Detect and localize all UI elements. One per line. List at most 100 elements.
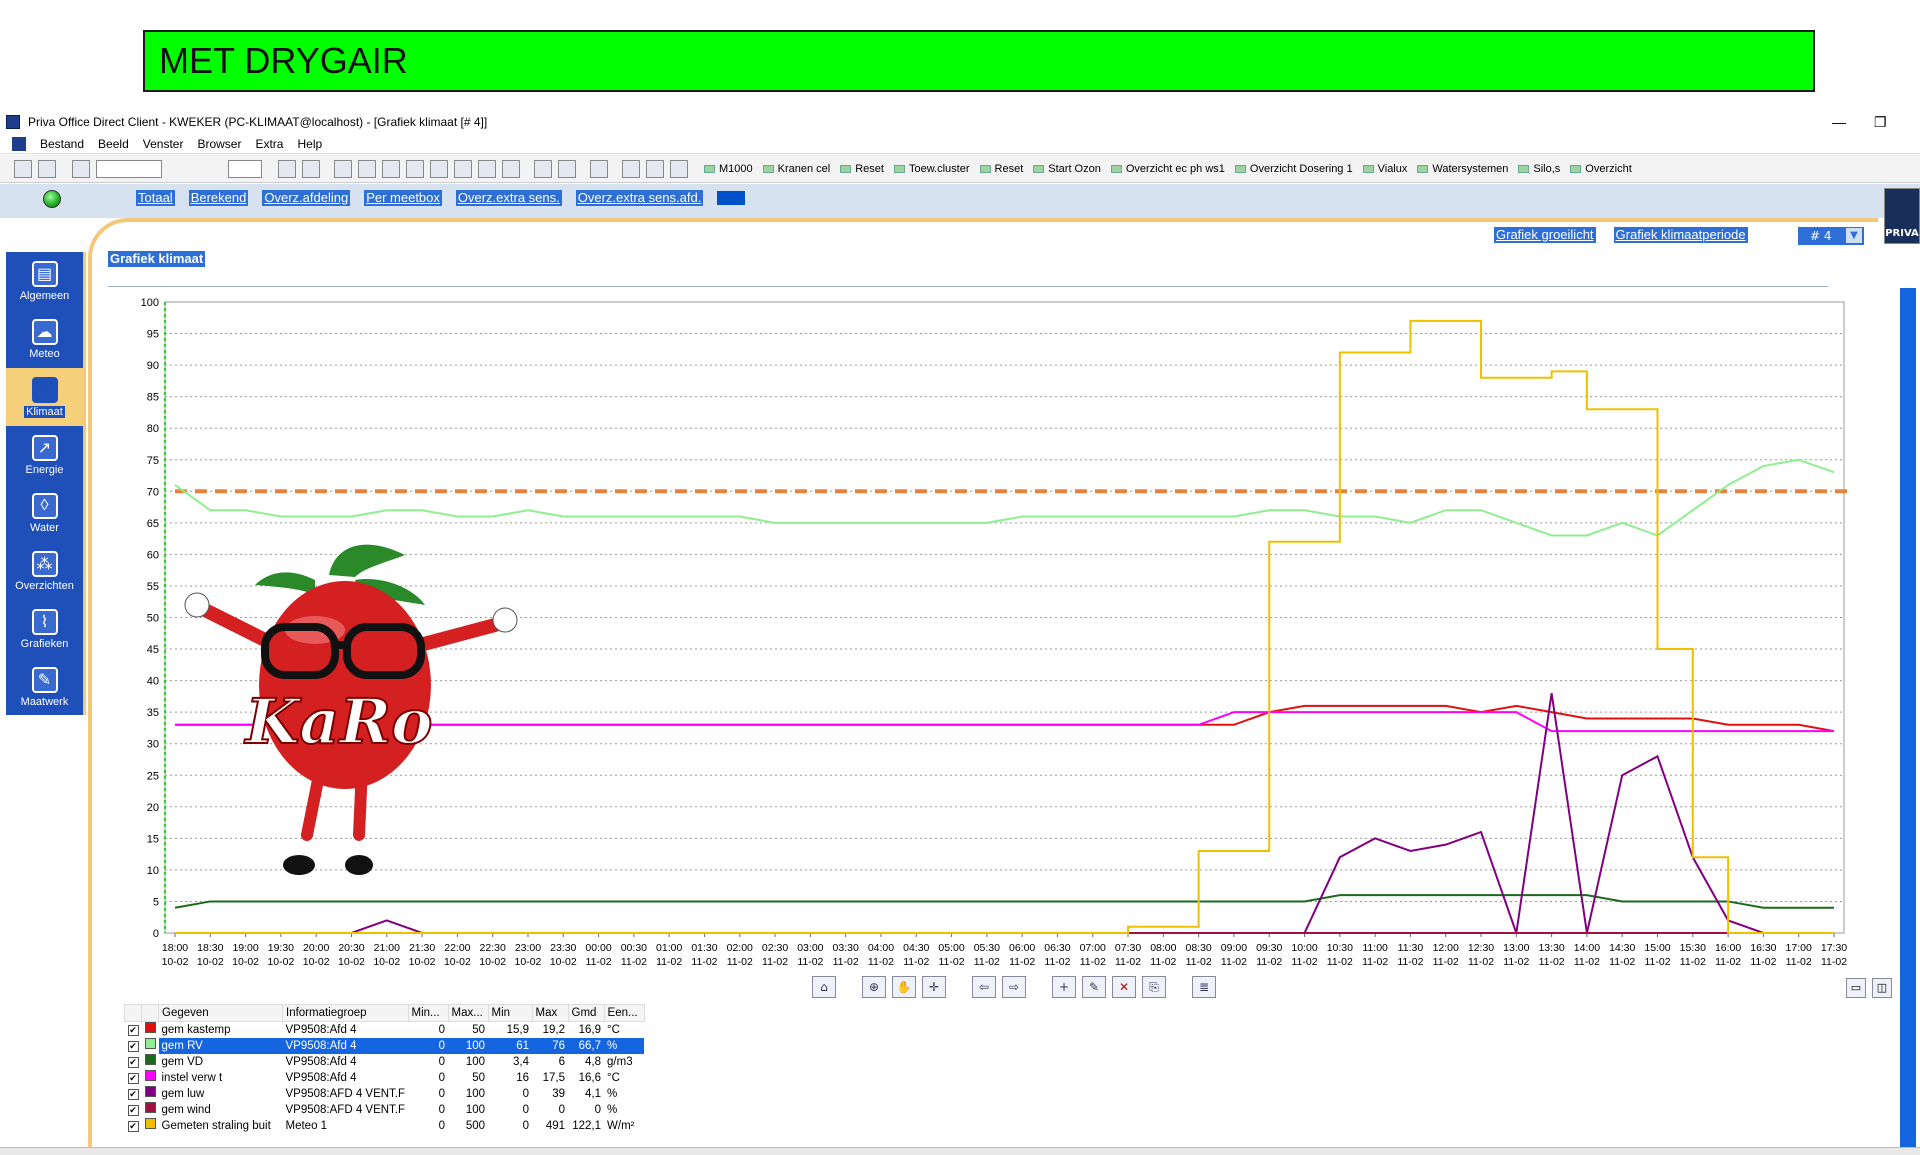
checkbox[interactable]: ✔ xyxy=(127,1025,139,1036)
table-row[interactable]: ✔ gem wind VP9508:AFD 4 VENT.F 0 100 0 0 0% xyxy=(125,1102,645,1118)
table-row[interactable]: ✔ gem RV VP9508:Afd 4 0 100 61 76 66,7% xyxy=(124,1038,645,1054)
legend-header: Gegeven Informatiegroep Min... Max... Mi… xyxy=(124,1004,645,1022)
series-min: 3,4 xyxy=(513,1056,530,1068)
x-tick-label-date: 11-02 xyxy=(1680,956,1706,968)
x-tick-label-date: 11-02 xyxy=(691,956,717,968)
checkbox[interactable]: ✔ xyxy=(127,1041,139,1052)
x-tick-label-date: 11-02 xyxy=(797,956,823,968)
x-tick-label-date: 11-02 xyxy=(1539,956,1565,968)
pan-hand-icon[interactable]: ✋ xyxy=(892,976,916,998)
col-min-range[interactable]: Min... xyxy=(407,1004,449,1022)
zoom-icon[interactable]: ⊕ xyxy=(862,976,886,998)
x-tick-label-time: 22:30 xyxy=(480,942,506,954)
series-color-swatch[interactable] xyxy=(144,1118,156,1129)
series-max: 19,2 xyxy=(542,1024,566,1036)
x-tick-label-time: 13:30 xyxy=(1538,942,1564,954)
series-group: VP9508:Afd 4 xyxy=(285,1040,357,1052)
x-tick-label-time: 21:00 xyxy=(374,942,400,954)
col-eenheid[interactable]: Een... xyxy=(603,1004,645,1022)
x-tick-label-date: 11-02 xyxy=(939,956,965,968)
y-tick-label: 95 xyxy=(147,329,159,341)
col-informatiegroep[interactable]: Informatiegroep xyxy=(282,1004,409,1022)
x-tick-label-date: 11-02 xyxy=(1009,956,1035,968)
y-tick-label: 30 xyxy=(147,739,159,751)
x-tick-label-time: 18:30 xyxy=(197,942,223,954)
legend-settings-icon[interactable]: ≣ xyxy=(1192,976,1216,998)
series-color-swatch[interactable] xyxy=(144,1022,156,1033)
series-name: gem RV xyxy=(161,1040,203,1052)
x-tick-label-time: 00:30 xyxy=(621,942,647,954)
x-tick-label-date: 11-02 xyxy=(1221,956,1247,968)
x-tick-label-time: 02:30 xyxy=(762,942,788,954)
y-tick-label: 70 xyxy=(147,486,159,498)
x-tick-label-time: 04:30 xyxy=(903,942,929,954)
x-tick-label-time: 03:30 xyxy=(833,942,859,954)
checkbox[interactable]: ✔ xyxy=(127,1121,139,1132)
series-max: 491 xyxy=(545,1120,566,1132)
x-tick-label-date: 11-02 xyxy=(1644,956,1670,968)
series-color-swatch[interactable] xyxy=(144,1054,156,1065)
series-min: 0 xyxy=(522,1120,530,1132)
x-tick-label-date: 11-02 xyxy=(727,956,753,968)
x-tick-label-time: 13:00 xyxy=(1503,942,1529,954)
table-row[interactable]: ✔ gem kastemp VP9508:Afd 4 0 50 15,9 19,2 16,9 °… xyxy=(125,1022,645,1039)
y-tick-label: 25 xyxy=(147,770,159,782)
x-tick-label-date: 10-02 xyxy=(197,956,224,968)
x-tick-label-date: 10-02 xyxy=(338,956,365,968)
x-tick-label-date: 11-02 xyxy=(868,956,894,968)
chart-home-icon[interactable]: ⌂ xyxy=(812,976,836,998)
x-tick-label-time: 11:00 xyxy=(1362,942,1388,954)
table-row[interactable]: ✔ gem VD VP9508:Afd 4 0 100 3,4 6 4,8 g/m3 xyxy=(125,1054,645,1070)
y-tick-label: 75 xyxy=(147,455,159,467)
x-tick-label-time: 18:00 xyxy=(162,942,188,954)
checkbox[interactable]: ✔ xyxy=(127,1073,139,1084)
series-unit: % xyxy=(607,1088,618,1100)
x-tick-label-time: 17:30 xyxy=(1821,942,1847,954)
scroll-right-icon[interactable]: ⇨ xyxy=(1002,976,1026,998)
x-tick-label-time: 15:00 xyxy=(1644,942,1670,954)
series-avg: 66,7 xyxy=(578,1040,602,1052)
col-max-range[interactable]: Max... xyxy=(447,1004,489,1022)
series-color-swatch[interactable] xyxy=(144,1070,156,1081)
x-tick-label-date: 11-02 xyxy=(1468,956,1494,968)
table-row[interactable]: ✔ gem luw VP9508:AFD 4 VENT.F 0 100 0 39 4,1% xyxy=(125,1086,645,1102)
table-row[interactable]: ✔ Gemeten straling buit Meteo 1 0 500 0 491 122… xyxy=(125,1118,645,1134)
col-max[interactable]: Max xyxy=(531,1004,569,1022)
series-color-swatch[interactable] xyxy=(144,1038,156,1049)
col-gmd[interactable]: Gmd xyxy=(567,1004,605,1022)
copy-icon[interactable]: ⎘ xyxy=(1142,976,1166,998)
x-tick-label-date: 11-02 xyxy=(1397,956,1423,968)
col-gegeven[interactable]: Gegeven xyxy=(158,1004,283,1022)
x-tick-label-date: 10-02 xyxy=(550,956,577,968)
checkbox[interactable]: ✔ xyxy=(127,1057,139,1068)
checkbox[interactable]: ✔ xyxy=(127,1105,139,1116)
table-row[interactable]: ✔ instel verw t VP9508:Afd 4 0 50 16 17,5 16,6 °… xyxy=(125,1070,645,1086)
y-tick-label: 65 xyxy=(147,518,159,530)
chart-settings-icon[interactable]: ◫ xyxy=(1872,978,1892,998)
x-tick-label-time: 12:30 xyxy=(1468,942,1494,954)
series-color-swatch[interactable] xyxy=(144,1102,156,1113)
scroll-left-icon[interactable]: ⇦ xyxy=(972,976,996,998)
edit-series-icon[interactable]: ✎ xyxy=(1082,976,1106,998)
series-unit: % xyxy=(607,1040,618,1052)
col-min[interactable]: Min xyxy=(487,1004,533,1022)
delete-series-icon[interactable]: ✕ xyxy=(1112,976,1136,998)
series-max: 39 xyxy=(552,1088,566,1100)
x-tick-label-date: 11-02 xyxy=(1715,956,1741,968)
x-tick-label-date: 11-02 xyxy=(903,956,929,968)
checkbox[interactable]: ✔ xyxy=(127,1089,139,1100)
x-tick-label-date: 11-02 xyxy=(586,956,612,968)
x-tick-label-date: 11-02 xyxy=(762,956,788,968)
add-series-icon[interactable]: + xyxy=(1052,976,1076,998)
x-tick-label-time: 10:30 xyxy=(1327,942,1353,954)
crosshair-icon[interactable]: ✛ xyxy=(922,976,946,998)
y-tick-label: 90 xyxy=(147,360,159,372)
x-tick-label-date: 11-02 xyxy=(1503,956,1529,968)
series-min-range: 0 xyxy=(438,1072,446,1084)
svg-text:KaRo: KaRo xyxy=(244,685,433,758)
series-min: 0 xyxy=(522,1104,530,1116)
export-chart-icon[interactable]: ▭ xyxy=(1846,978,1866,998)
x-tick-label-date: 11-02 xyxy=(1256,956,1282,968)
series-max-range: 100 xyxy=(465,1088,486,1100)
series-color-swatch[interactable] xyxy=(144,1086,156,1097)
